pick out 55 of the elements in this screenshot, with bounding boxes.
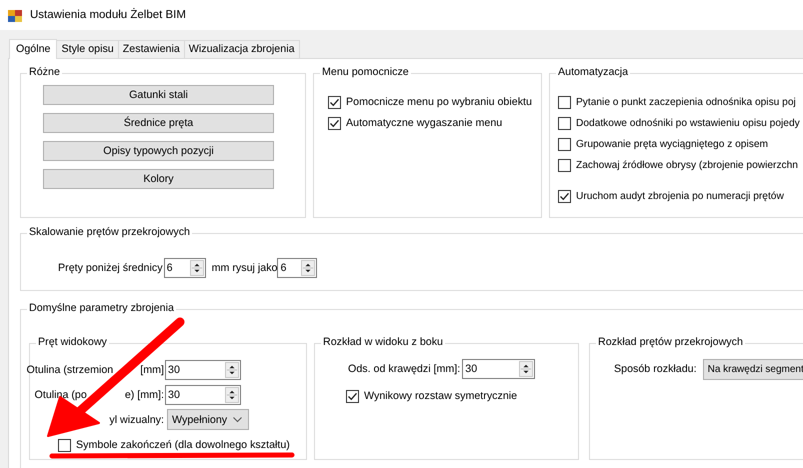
checkbox[interactable] [558, 116, 571, 130]
spin-arrows-icon[interactable] [225, 386, 239, 402]
window-title: Ustawienia modułu Żelbet BIM [30, 9, 186, 21]
group-title: Różne [27, 66, 62, 78]
group-title: Menu pomocnicze [320, 66, 411, 78]
field-label: Pręty poniżej średnicy [58, 262, 163, 274]
checkbox[interactable] [558, 138, 571, 150]
tab[interactable]: Ogólne [9, 39, 58, 59]
spin-arrows-icon[interactable] [519, 361, 534, 377]
checkbox-label[interactable]: Symbole zakończeń (dla dowolnego kształtu) [76, 439, 290, 451]
checkbox[interactable] [346, 390, 359, 402]
checkbox[interactable] [558, 96, 571, 108]
checkbox-label[interactable]: Zachowaj źródłowe obrysy (zbrojenie powierzchn [576, 160, 798, 170]
checkbox[interactable] [558, 158, 571, 172]
checkbox-label[interactable]: Pytanie o punkt zaczepienia odnośnika opisu poj [576, 96, 796, 108]
field-label: yl wizualny: [109, 414, 164, 426]
checkbox[interactable] [558, 190, 571, 202]
field-label: Sposób rozkładu: [614, 363, 697, 375]
spin-field[interactable]: 30 [165, 384, 241, 404]
field-label: mm rysuj jako [212, 262, 278, 274]
checkbox-label[interactable]: Wynikowy rozstaw symetrycznie [364, 390, 518, 402]
field-label: e) [mm]: [124, 388, 164, 400]
spin-field[interactable]: 30 [462, 359, 536, 379]
spin-field[interactable]: 6 [164, 258, 206, 278]
chevron-icon [233, 416, 242, 422]
field-label: Otulina (strzemion [26, 364, 114, 376]
group-title: Rozkład prętów przekrojowych [596, 336, 745, 348]
checkbox[interactable] [58, 438, 71, 452]
spin-arrows-icon[interactable] [190, 260, 204, 276]
field-label: [mm] [140, 364, 164, 376]
field-label: Ods. od krawędzi [mm]: [348, 363, 460, 375]
checkbox-label[interactable]: Automatyczne wygaszanie menu [346, 117, 502, 129]
settings-button[interactable]: Średnice pręta [43, 113, 274, 133]
app-icon [7, 7, 23, 23]
settings-button[interactable]: Gatunki stali [43, 85, 274, 105]
group-title: Rozkład w widoku z boku [321, 336, 445, 348]
checkbox[interactable] [328, 116, 341, 130]
checkbox-label[interactable]: Uruchom audyt zbrojenia po numeracji prętów [576, 190, 784, 202]
checkbox-label[interactable]: Pomocnicze menu po wybraniu obiektu [346, 96, 532, 108]
checkbox[interactable] [328, 96, 341, 108]
dropdown[interactable]: Wypełniony [167, 409, 250, 430]
field-label: Otulina (po [34, 388, 87, 400]
group-title: Skalowanie prętów przekrojowych [27, 226, 192, 238]
spin-field[interactable]: 30 [165, 360, 241, 380]
group-title: Automatyzacja [556, 66, 630, 78]
spin-field[interactable]: 6 [277, 258, 318, 278]
group-title: Pręt widokowy [36, 336, 109, 348]
spin-arrows-icon[interactable] [301, 260, 316, 276]
settings-button[interactable]: Kolory [43, 169, 274, 189]
checkbox-label[interactable]: Grupowanie pręta wyciągniętego z opisem [576, 138, 768, 150]
checkbox-label[interactable]: Dodatkowe odnośniki po wstawieniu opisu pojedy [576, 118, 800, 128]
settings-button[interactable]: Opisy typowych pozycji [43, 141, 274, 161]
group-title: Domyślne parametry zbrojenia [27, 302, 176, 314]
tab[interactable]: Wizualizacja zbrojenia [184, 40, 300, 58]
spin-arrows-icon[interactable] [225, 362, 239, 378]
